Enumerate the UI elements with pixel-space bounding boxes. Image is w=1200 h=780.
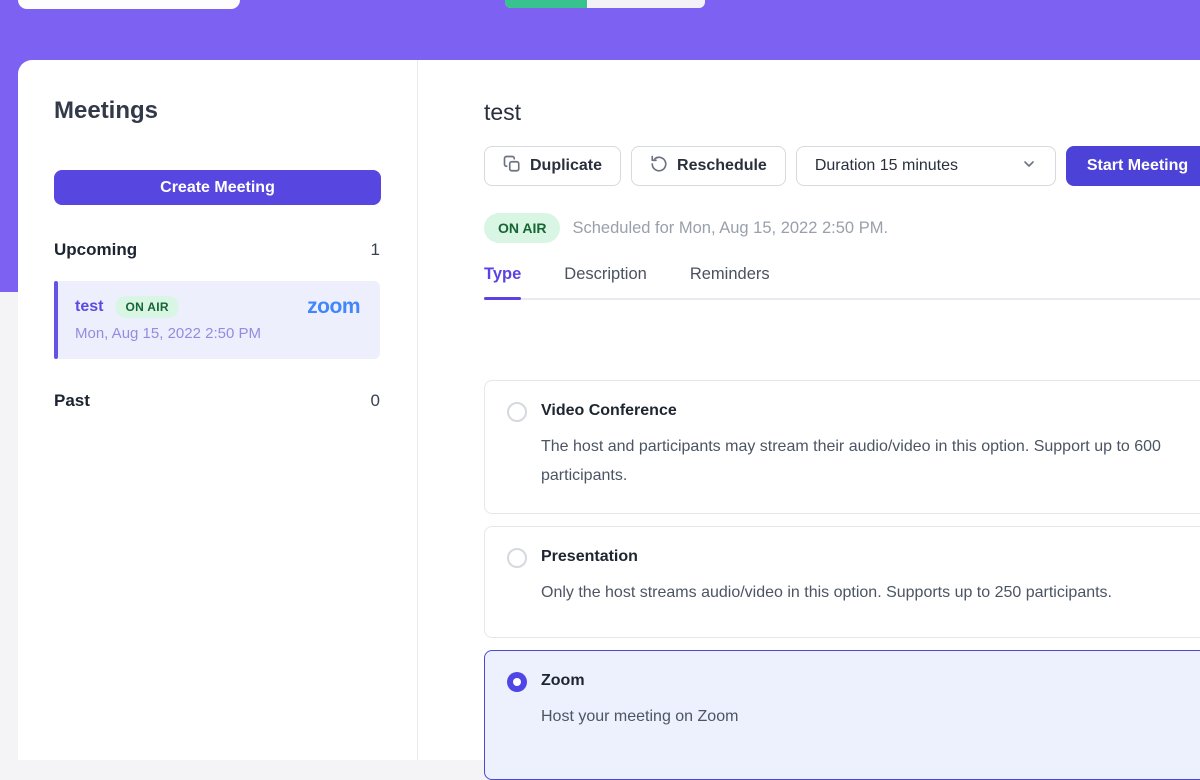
option-presentation[interactable]: Presentation Only the host streams audio… [484, 526, 1200, 638]
tab-description[interactable]: Description [564, 265, 647, 298]
start-meeting-button[interactable]: Start Meeting [1066, 146, 1200, 186]
status-row: ON AIR Scheduled for Mon, Aug 15, 2022 2… [484, 213, 1200, 243]
refresh-icon [650, 155, 668, 178]
page-title: test [484, 98, 1200, 126]
tab-reminders[interactable]: Reminders [690, 265, 770, 298]
option-title: Video Conference [541, 401, 1200, 421]
option-zoom[interactable]: Zoom Host your meeting on Zoom [484, 650, 1200, 780]
radio-video-conference[interactable] [507, 402, 527, 422]
radio-presentation[interactable] [507, 548, 527, 568]
duration-value: Duration 15 minutes [815, 157, 958, 175]
reschedule-button[interactable]: Reschedule [631, 146, 786, 186]
scheduled-text: Scheduled for Mon, Aug 15, 2022 2:50 PM. [572, 219, 888, 238]
tab-bar: Type Description Reminders [484, 265, 1200, 300]
create-meeting-button[interactable]: Create Meeting [54, 170, 381, 205]
zoom-logo: zoom [307, 297, 360, 317]
sidebar: Meetings Create Meeting Upcoming 1 test … [18, 60, 418, 760]
duplicate-button[interactable]: Duplicate [484, 146, 621, 186]
upcoming-label: Upcoming [54, 240, 137, 260]
option-title: Presentation [541, 547, 1200, 567]
duplicate-label: Duplicate [530, 157, 602, 175]
radio-zoom[interactable] [507, 672, 527, 692]
copy-icon [503, 155, 521, 178]
option-description: The host and participants may stream the… [541, 432, 1200, 490]
reschedule-label: Reschedule [677, 157, 767, 175]
toolbar: Duplicate Reschedule Duration 15 minutes [484, 146, 1200, 186]
option-title: Zoom [541, 671, 1200, 691]
header-card-remnant [18, 0, 240, 9]
progress-fill [505, 0, 587, 8]
meeting-name: test [75, 298, 103, 316]
progress-bar [505, 0, 705, 8]
meeting-list-item[interactable]: test ON AIR zoom Mon, Aug 15, 2022 2:50 … [54, 281, 380, 359]
meeting-type-options: Video Conference The host and participan… [484, 380, 1200, 780]
app-panel: Meetings Create Meeting Upcoming 1 test … [18, 60, 1200, 760]
duration-select[interactable]: Duration 15 minutes [796, 146, 1056, 186]
sidebar-section-upcoming[interactable]: Upcoming 1 [54, 240, 380, 260]
meeting-datetime: Mon, Aug 15, 2022 2:50 PM [75, 325, 360, 342]
main-content: test Duplicate Reschedul [418, 60, 1200, 760]
chevron-down-icon [1021, 156, 1037, 177]
past-count: 0 [371, 391, 380, 411]
tab-type[interactable]: Type [484, 265, 521, 298]
on-air-badge: ON AIR [115, 296, 178, 318]
past-label: Past [54, 391, 90, 411]
option-description: Host your meeting on Zoom [541, 702, 1200, 731]
option-video-conference[interactable]: Video Conference The host and participan… [484, 380, 1200, 514]
sidebar-section-past[interactable]: Past 0 [54, 391, 380, 411]
sidebar-title: Meetings [54, 96, 380, 126]
on-air-status-badge: ON AIR [484, 213, 560, 243]
upcoming-count: 1 [371, 240, 380, 260]
option-description: Only the host streams audio/video in thi… [541, 578, 1200, 607]
